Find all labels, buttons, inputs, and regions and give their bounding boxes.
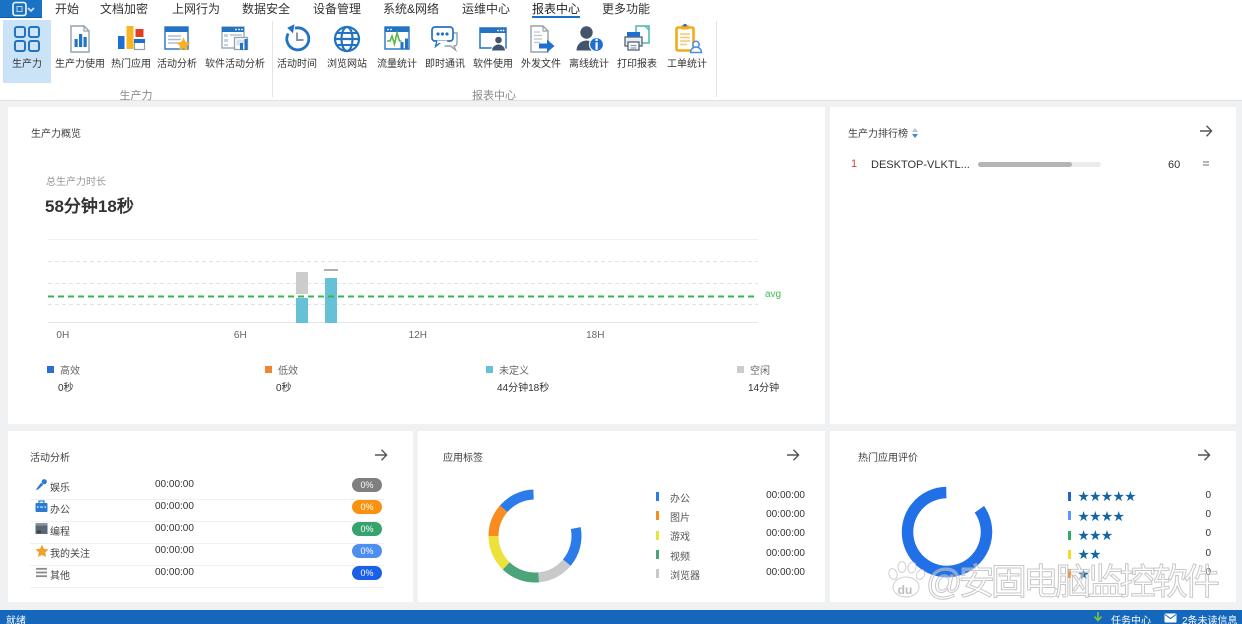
- svg-text:du: du: [898, 583, 913, 597]
- svg-text:@安固电脑监控软件: @安固电脑监控软件: [926, 561, 1220, 602]
